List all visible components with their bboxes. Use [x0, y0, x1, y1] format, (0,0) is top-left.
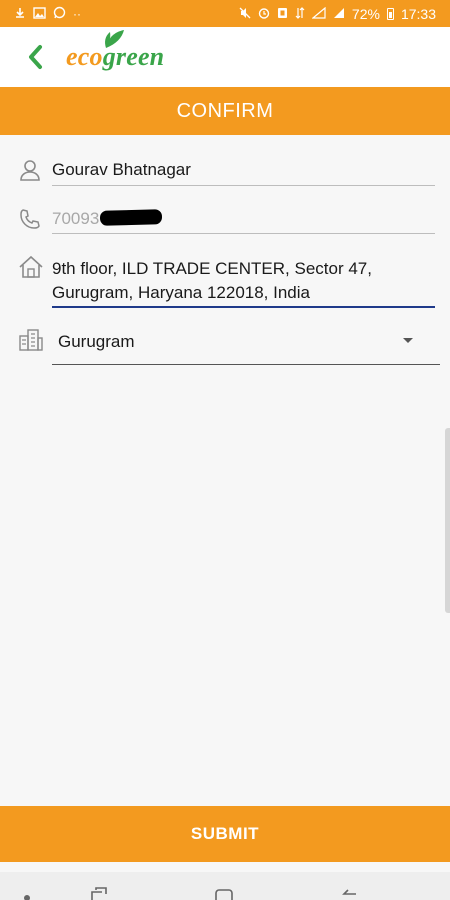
app-bar: eco green — [0, 27, 450, 87]
city-selected-value: Gurugram — [58, 332, 135, 351]
city-buildings-icon — [19, 329, 43, 351]
back-button[interactable] — [20, 37, 50, 77]
more-dots-icon: ·· — [73, 6, 81, 21]
home-button-icon[interactable] — [214, 886, 234, 900]
scrollbar[interactable] — [445, 428, 450, 613]
phone-icon — [20, 209, 40, 229]
city-dropdown[interactable]: Gurugram — [52, 325, 440, 365]
signal-icon — [333, 7, 345, 21]
back-nav-icon[interactable] — [340, 886, 360, 900]
name-field-underline — [52, 185, 435, 186]
city-dropdown-underline — [52, 364, 440, 365]
nfc-icon — [277, 7, 288, 21]
data-icon — [295, 6, 305, 21]
page-title-bar: CONFIRM — [0, 87, 450, 135]
lte-signal-icon — [311, 6, 326, 21]
dropdown-arrow-icon — [403, 338, 413, 343]
phone-redaction-mark — [99, 209, 163, 226]
name-field[interactable]: Gourav Bhatnagar — [52, 158, 191, 182]
page-title: CONFIRM — [176, 99, 274, 122]
address-line-1[interactable]: 9th floor, ILD TRADE CENTER, Sector 47, — [52, 257, 372, 281]
address-line-2[interactable]: Gurugram, Haryana 122018, India — [52, 281, 310, 305]
whatsapp-icon — [53, 6, 66, 21]
alarm-icon — [258, 7, 270, 21]
status-time: 17:33 — [400, 5, 436, 22]
submit-button[interactable]: SUBMIT — [0, 806, 450, 862]
recent-apps-icon[interactable] — [90, 886, 108, 900]
home-icon — [19, 255, 43, 278]
nav-dot-icon[interactable] — [22, 886, 32, 900]
back-chevron-icon — [29, 45, 42, 69]
image-icon — [33, 6, 46, 21]
person-icon — [20, 160, 40, 181]
battery-icon — [386, 7, 394, 20]
download-icon — [14, 7, 26, 21]
address-field-underline-active — [52, 306, 435, 308]
submit-button-label: SUBMIT — [190, 824, 260, 843]
logo-text-eco: eco — [66, 42, 103, 71]
status-left-icons: ·· — [14, 6, 81, 21]
leaf-icon — [105, 30, 124, 48]
status-bar: ·· 72% 17:33 — [0, 0, 450, 27]
mute-icon — [239, 7, 251, 21]
phone-field-underline — [52, 233, 435, 234]
status-right-icons: 72% 17:33 — [239, 6, 436, 22]
ecogreen-logo: eco green — [66, 30, 164, 72]
battery-percent: 72% — [351, 5, 380, 22]
phone-field[interactable]: 70093 — [52, 207, 99, 231]
system-navigation-bar — [0, 872, 450, 900]
